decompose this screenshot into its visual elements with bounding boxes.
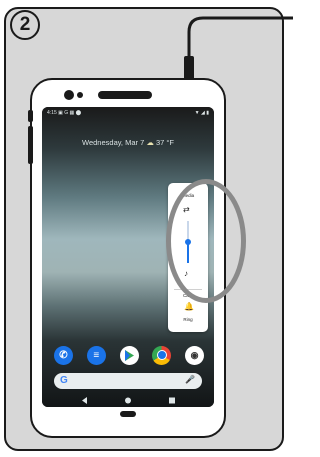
status-bar-right: ▼ ◢ ▮ xyxy=(194,110,209,116)
temperature-text: 37 °F xyxy=(155,138,174,147)
status-bar-left: 4:15 ▣ G ▦ ⬤ xyxy=(47,110,82,116)
play-store-icon[interactable] xyxy=(119,345,139,365)
fingerprint-sensor xyxy=(120,411,136,417)
camera-icon[interactable]: ◉ xyxy=(185,345,204,365)
app-dock: ✆ ≡ ◉ xyxy=(54,345,204,365)
ring-label: Ring xyxy=(183,317,193,322)
highlight-ring xyxy=(166,179,246,303)
chrome-icon[interactable] xyxy=(152,345,172,365)
weather-icon: ☁ xyxy=(146,138,156,147)
speaker-grille xyxy=(98,91,152,99)
date-weather-widget: Wednesday, Mar 7 ☁ 37 °F xyxy=(42,138,214,147)
google-search-bar[interactable]: G 🎤 xyxy=(54,373,202,389)
headphone-plug xyxy=(184,56,194,80)
volume-rocker[interactable] xyxy=(28,126,33,164)
messages-icon[interactable]: ≡ xyxy=(86,345,106,365)
google-g-logo: G xyxy=(60,375,68,386)
date-text: Wednesday, Mar 7 xyxy=(82,138,145,147)
phone-top-bezel xyxy=(64,90,152,100)
sensor xyxy=(77,92,83,98)
home-icon xyxy=(125,397,131,404)
navigation-bar xyxy=(82,397,175,404)
back-icon xyxy=(82,397,87,404)
bell-icon[interactable]: 🔔 xyxy=(184,302,194,311)
front-camera xyxy=(64,90,74,100)
recents-icon xyxy=(169,397,175,404)
power-button xyxy=(28,110,33,122)
phone-icon[interactable]: ✆ xyxy=(54,345,73,365)
microphone-icon[interactable]: 🎤 xyxy=(185,375,195,384)
